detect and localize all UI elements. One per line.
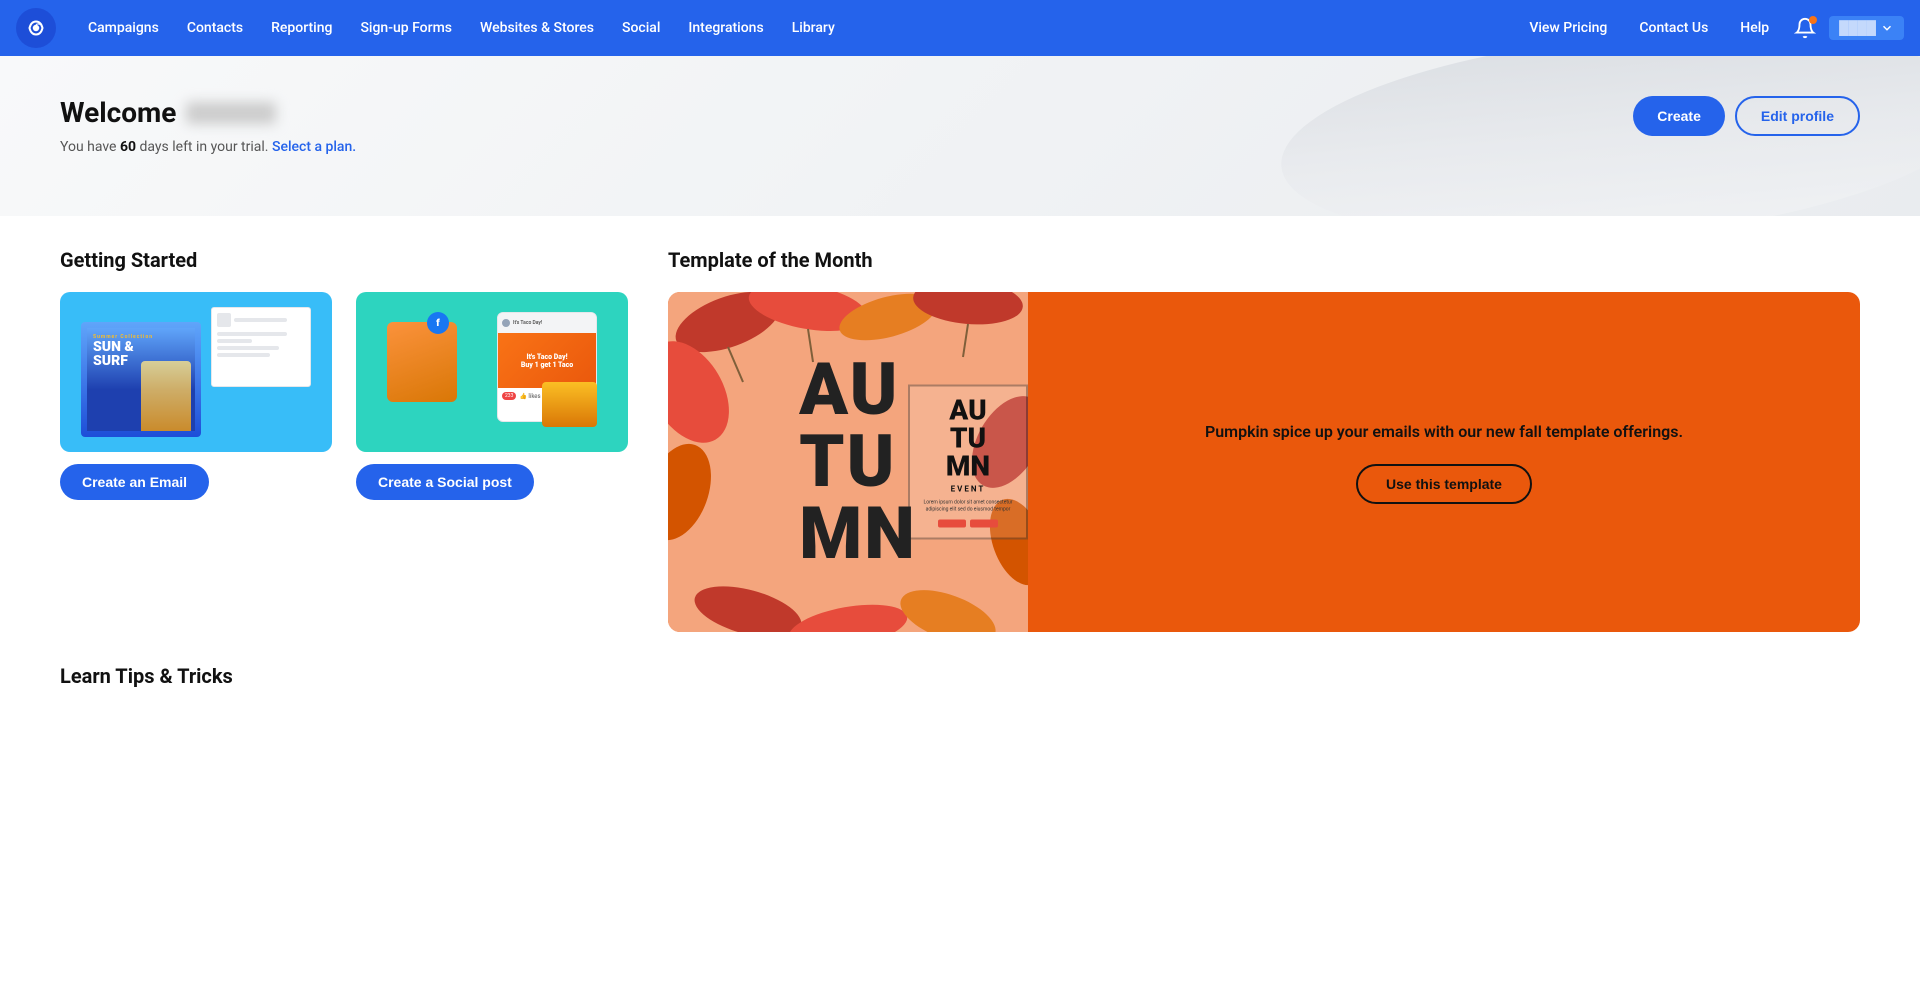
nav-link-campaigns[interactable]: Campaigns [76, 14, 171, 42]
food-thumbnail [542, 382, 597, 427]
social-mock: f It's Taco Day! It's Taco Day!Buy 1 get… [377, 307, 607, 437]
template-description: Pumpkin spice up your emails with our ne… [1205, 420, 1683, 444]
getting-started-section: Getting Started Summer Collection SUN &S… [60, 248, 628, 500]
social-card-image: f It's Taco Day! It's Taco Day!Buy 1 get… [356, 292, 628, 452]
nav-link-library[interactable]: Library [780, 14, 847, 42]
event-label: EVENT [918, 485, 1018, 494]
template-info-side: Pumpkin spice up your emails with our ne… [1028, 292, 1860, 632]
nav-help[interactable]: Help [1728, 14, 1781, 42]
create-email-button[interactable]: Create an Email [60, 464, 209, 500]
trial-message: You have 60 days left in your trial. Sel… [60, 139, 1860, 155]
social-post-main-image: It's Taco Day!Buy 1 get 1 Taco [498, 333, 596, 388]
notification-bell[interactable] [1789, 12, 1821, 44]
template-of-month-section: Template of the Month [668, 248, 1860, 632]
navbar: Campaigns Contacts Reporting Sign-up For… [0, 0, 1920, 56]
nav-link-reporting[interactable]: Reporting [259, 14, 344, 42]
user-avatar[interactable]: ████ [1829, 16, 1904, 40]
email-card: Summer Collection SUN &SURF [60, 292, 332, 500]
email-surf-image: Summer Collection SUN &SURF [81, 322, 201, 437]
email-preview-panel [211, 307, 311, 387]
email-mock: Summer Collection SUN &SURF [81, 307, 311, 437]
trial-days: 60 [120, 139, 136, 155]
template-card: AUTUMN AUTUMN EVENT Lorem ipsum dolor si… [668, 292, 1860, 632]
social-post-header: It's Taco Day! [498, 313, 596, 333]
getting-started-cards: Summer Collection SUN &SURF [60, 292, 628, 500]
learn-tips-section: Learn Tips & Tricks [60, 664, 1860, 688]
nav-link-websites[interactable]: Websites & Stores [468, 14, 606, 42]
select-plan-link[interactable]: Select a plan. [272, 139, 356, 155]
hero-content: Welcome You have 60 days left in your tr… [60, 96, 1860, 155]
food-image [387, 322, 457, 402]
create-social-post-button[interactable]: Create a Social post [356, 464, 534, 500]
nav-right: View Pricing Contact Us Help ████ [1517, 12, 1904, 44]
autumn-background: AUTUMN AUTUMN EVENT Lorem ipsum dolor si… [668, 292, 1028, 632]
main-content: Getting Started Summer Collection SUN &S… [0, 216, 1920, 740]
nav-view-pricing[interactable]: View Pricing [1517, 14, 1619, 42]
autumn-event-box: AUTUMN EVENT Lorem ipsum dolor sit amet … [908, 385, 1028, 540]
template-image-side: AUTUMN AUTUMN EVENT Lorem ipsum dolor si… [668, 292, 1028, 632]
getting-started-title: Getting Started [60, 248, 628, 272]
logo[interactable] [16, 8, 56, 48]
avatar-text: ████ [1839, 20, 1876, 36]
nav-link-social[interactable]: Social [610, 14, 672, 42]
nav-links: Campaigns Contacts Reporting Sign-up For… [76, 14, 1517, 42]
trial-prefix: You have [60, 139, 120, 155]
social-card: f It's Taco Day! It's Taco Day!Buy 1 get… [356, 292, 628, 500]
use-template-button[interactable]: Use this template [1356, 464, 1532, 504]
nav-contact-us[interactable]: Contact Us [1627, 14, 1720, 42]
two-column-layout: Getting Started Summer Collection SUN &S… [60, 248, 1860, 632]
trial-suffix: days left in your trial. [136, 139, 268, 155]
template-section-title: Template of the Month [668, 248, 1860, 272]
nav-link-integrations[interactable]: Integrations [676, 14, 775, 42]
hero-section: Welcome You have 60 days left in your tr… [0, 56, 1920, 216]
nav-link-contacts[interactable]: Contacts [175, 14, 255, 42]
hero-title: Welcome [60, 96, 1860, 129]
username-blurred [186, 102, 276, 124]
facebook-badge: f [427, 312, 449, 334]
email-card-image: Summer Collection SUN &SURF [60, 292, 332, 452]
welcome-text: Welcome [60, 96, 176, 129]
learn-tips-title: Learn Tips & Tricks [60, 664, 1860, 688]
nav-link-signup-forms[interactable]: Sign-up Forms [348, 14, 464, 42]
